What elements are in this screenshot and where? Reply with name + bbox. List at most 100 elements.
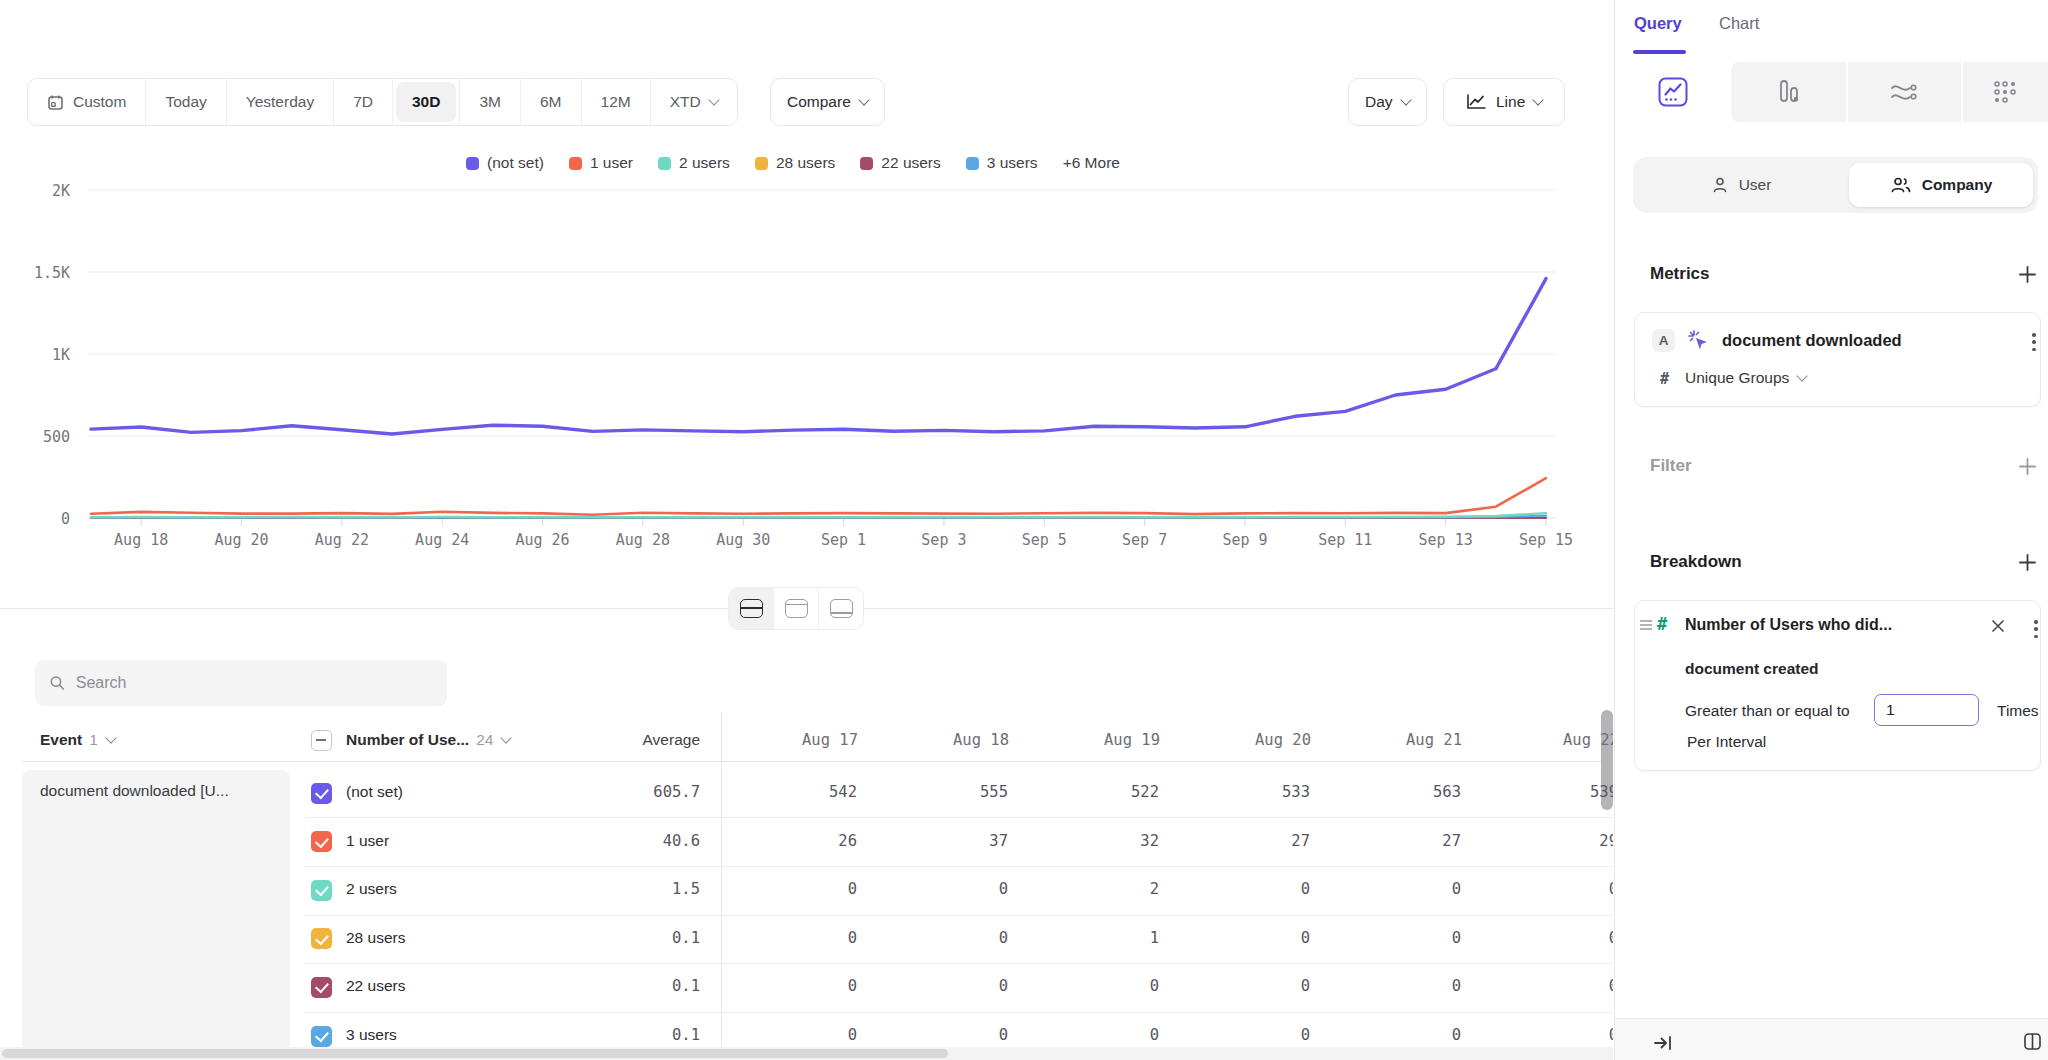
series-label: 1 user [346,832,389,850]
group-column-header[interactable]: Number of Use...24 [346,731,510,749]
horizontal-scrollbar[interactable] [2,1049,948,1058]
select-all-checkbox[interactable] [311,730,332,751]
chart-type-tabs [1615,62,2048,122]
series-label: 28 users [346,929,405,947]
table-cell: 0 [1170,977,1310,995]
tab-more-charts[interactable] [1961,62,2048,122]
add-filter-button[interactable] [2018,457,2037,476]
metric-letter-badge: A [1652,329,1675,352]
column-header-date[interactable]: Aug 21 [1359,731,1509,749]
row-checkbox[interactable] [311,977,332,998]
table-cell: 0 [1170,880,1310,898]
table-cell: 522 [1019,783,1159,801]
user-icon [1711,176,1729,194]
chevron-down-icon [501,732,512,743]
scope-company-option[interactable]: Company [1849,157,2033,213]
breakdown-condition-label[interactable]: Greater than or equal to [1685,702,1850,720]
table-cell: 539 [1478,783,1613,801]
series-label: 2 users [346,880,397,898]
table-cell: 563 [1321,783,1461,801]
tab-bar-chart[interactable] [1731,62,1846,122]
average-value: 40.6 [560,832,700,850]
times-label: Times [1997,702,2039,720]
per-interval-label: Per Interval [1687,733,1766,751]
table-cell: 0 [868,929,1008,947]
drag-handle-icon[interactable] [1640,620,1652,631]
sidebar-toggle-icon[interactable] [2023,1032,2042,1051]
table-cell: 542 [717,783,857,801]
series-label: (not set) [346,783,403,801]
tab-flow[interactable] [1846,62,1961,122]
table-cell: 0 [717,977,857,995]
table-cell: 0 [868,880,1008,898]
numeric-property-icon: # [1657,614,1667,634]
row-checkbox[interactable] [311,880,332,901]
row-checkbox[interactable] [311,831,332,852]
average-value: 1.5 [560,880,700,898]
table-cell: 533 [1170,783,1310,801]
table-cell: 0 [1321,929,1461,947]
row-checkbox[interactable] [311,1026,332,1047]
line-chart-tab-icon [1658,77,1688,107]
close-icon[interactable] [1990,618,2006,634]
average-column-header[interactable]: Average [540,731,700,749]
breakdown-title: Number of Users who did... [1685,616,1892,634]
table-cell: 555 [868,783,1008,801]
row-separator [305,915,1613,916]
range-label: Custom [73,93,126,111]
table-cell: 0 [1478,929,1613,947]
row-checkbox[interactable] [311,928,332,949]
chevron-down-icon [1797,370,1808,381]
table-cell: 2 [1019,880,1159,898]
row-separator [305,866,1613,867]
row-separator [305,1012,1613,1013]
times-value-input[interactable]: 1 [1874,694,1979,726]
event-column-header[interactable]: Event1 [40,731,115,749]
query-panel: Query Chart User [1614,0,2048,1060]
scope-toggle: User Company [1633,157,2038,213]
column-header-date[interactable]: Aug 18 [906,731,1056,749]
table-cell: 0 [1478,1026,1613,1044]
column-header-date[interactable]: Aug 19 [1057,731,1207,749]
table-cell: 0 [1321,977,1461,995]
scope-user-option[interactable]: User [1633,157,1849,213]
table-cell: 27 [1321,832,1461,850]
metric-menu-button[interactable] [2032,333,2036,351]
table-cell: 0 [1478,977,1613,995]
metric-card[interactable]: A document downloaded # Unique Groups [1634,312,2041,407]
breakdown-card[interactable]: # Number of Users who did... document cr… [1634,600,2041,771]
table-cell: 0 [1170,929,1310,947]
table-cell: 0 [1321,880,1461,898]
table-cell: 0 [717,1026,857,1044]
series-label: 3 users [346,1026,397,1044]
collapse-panel-icon[interactable] [1653,1034,1673,1052]
table-cell: 27 [1170,832,1310,850]
table-cell: 0 [717,929,857,947]
table-cell: 0 [1170,1026,1310,1044]
calendar-icon [47,94,64,111]
row-checkbox[interactable] [311,783,332,804]
add-breakdown-button[interactable] [2018,553,2037,572]
event-row[interactable]: document downloaded [U... [22,770,290,1060]
column-header-date[interactable]: Aug 22 [1516,731,1613,749]
tab-query[interactable]: Query [1634,14,1682,33]
table-cell: 0 [1321,1026,1461,1044]
table-cell: 1 [1019,929,1159,947]
tab-chart[interactable]: Chart [1719,14,1759,33]
metric-event-name: document downloaded [1722,331,1902,350]
breakdown-menu-button[interactable] [2034,620,2038,638]
company-icon [1890,176,1912,194]
active-tab-underline [1633,50,1686,54]
event-spark-icon [1687,329,1711,353]
measure-dropdown[interactable]: Unique Groups [1685,369,1806,387]
header-divider [22,761,1613,762]
breakdown-event-name: document created [1685,660,1819,678]
table-cell: 0 [1019,977,1159,995]
column-header-date[interactable]: Aug 20 [1208,731,1358,749]
column-header-date[interactable]: Aug 17 [755,731,905,749]
tab-line-chart[interactable] [1615,62,1731,122]
table-cell: 32 [1019,832,1159,850]
add-metric-button[interactable] [2018,265,2037,284]
table-cell: 0 [1019,1026,1159,1044]
results-table: Event1 Number of Use...24 Average docume… [0,0,1613,1060]
